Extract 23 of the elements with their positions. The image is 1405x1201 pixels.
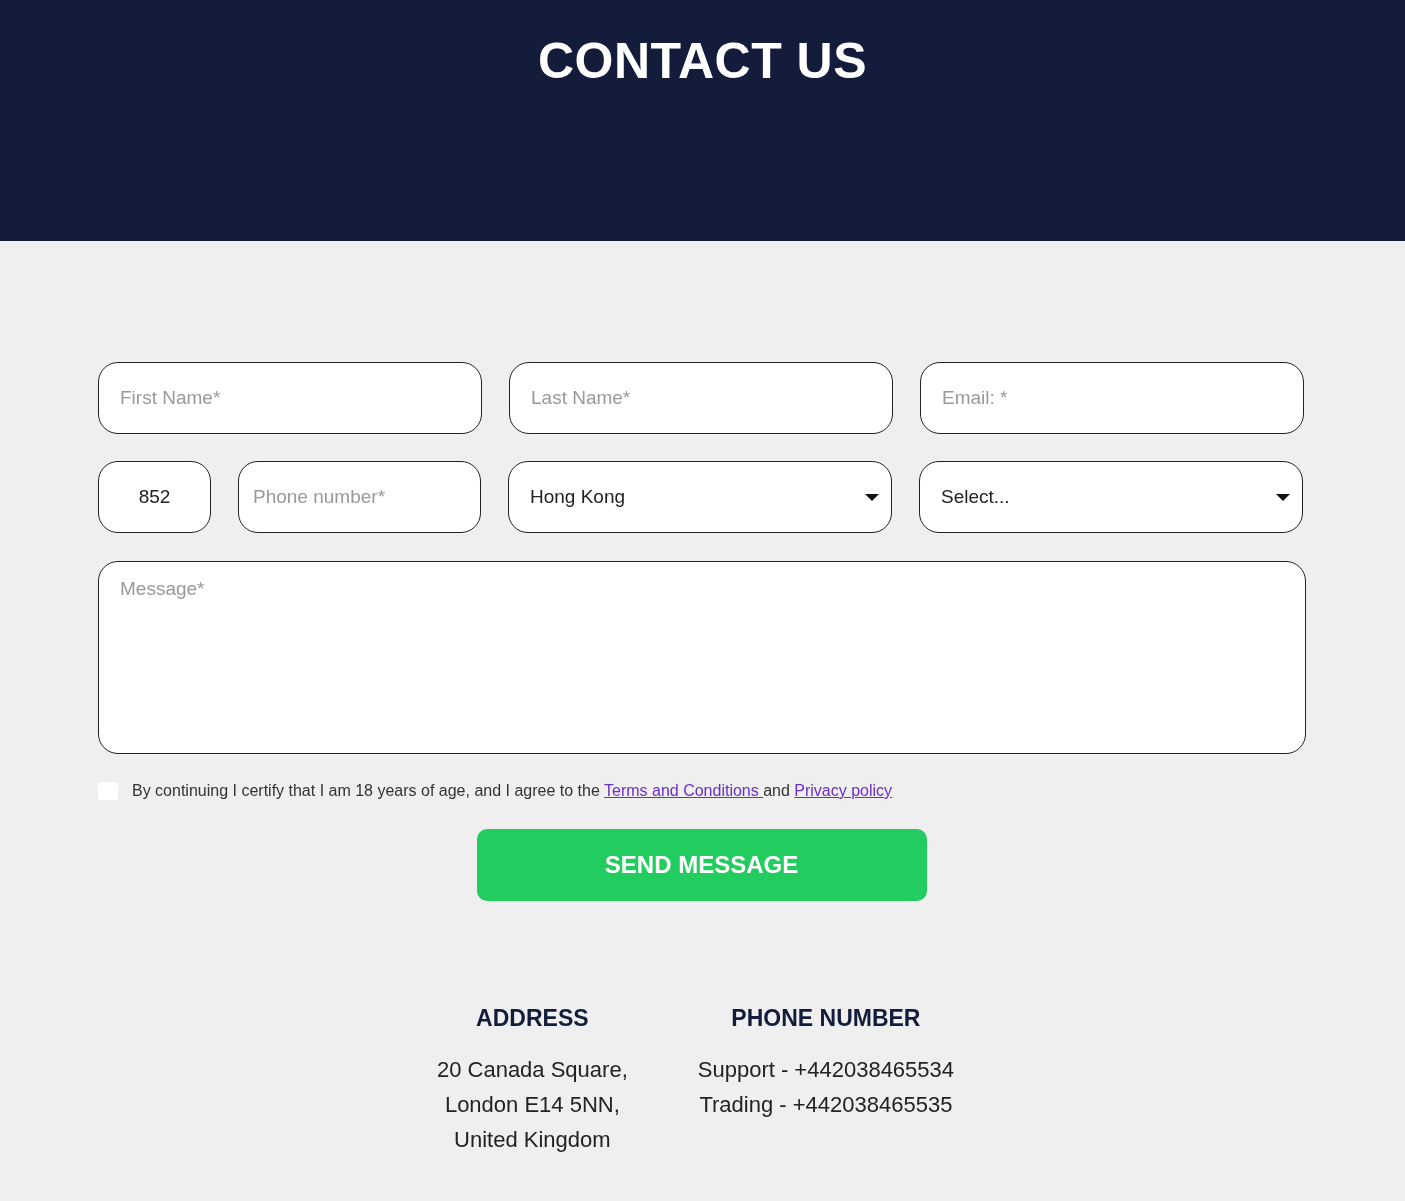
section-heading: PHONE NUMBER (731, 1005, 921, 1032)
link[interactable]: Privacy policy (794, 782, 893, 799)
page-title: CONTACT US (537, 32, 868, 90)
message-field[interactable]: Message* (98, 561, 1306, 754)
contact-line: London E14 5NN, (444, 1091, 620, 1119)
contact-line: Support - +442038465534 (697, 1056, 955, 1084)
select-field[interactable]: Hong Kong (508, 461, 892, 533)
section-heading: ADDRESS (476, 1005, 589, 1032)
select-field[interactable]: Select... (919, 461, 1303, 533)
input-field[interactable]: Email: * (920, 362, 1304, 434)
contact-line: United Kingdom (454, 1126, 611, 1154)
select-value: Select... (941, 486, 1010, 508)
input-field[interactable]: First Name* (98, 362, 482, 434)
contact-line: 20 Canada Square, (436, 1056, 628, 1084)
contact-line: Trading - +442038465535 (699, 1091, 953, 1119)
caret-icon (865, 493, 879, 501)
input-field[interactable]: Phone number* (238, 461, 481, 533)
consent-text: By continuing I certify that I am 18 years of age, and I agree to the Terms and Conditions and Privacy policy (132, 782, 893, 800)
input-field[interactable]: 852 (98, 461, 211, 533)
input-field[interactable]: Last Name* (509, 362, 893, 434)
select-value: Hong Kong (530, 486, 626, 508)
caret-icon (1276, 493, 1290, 501)
link[interactable]: Terms and Conditions (604, 782, 764, 799)
